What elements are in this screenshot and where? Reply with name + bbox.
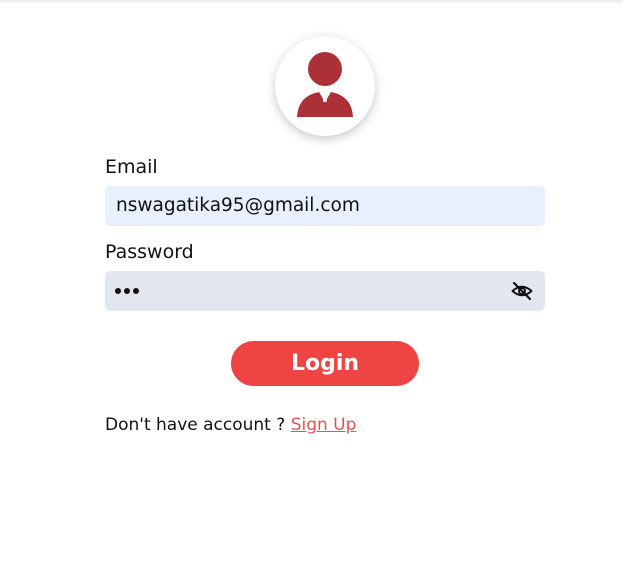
login-page: Email nswagatika95@gmail.com Password Lo… xyxy=(0,0,623,576)
signup-prompt: Don't have account ? Sign Up xyxy=(105,414,356,436)
eye-slash-icon[interactable] xyxy=(510,279,534,303)
signup-link[interactable]: Sign Up xyxy=(291,415,357,435)
avatar xyxy=(275,36,375,136)
email-value: nswagatika95@gmail.com xyxy=(116,195,360,216)
email-label: Email xyxy=(105,156,158,178)
password-mask xyxy=(115,284,139,298)
user-icon xyxy=(297,52,353,117)
top-divider xyxy=(0,0,623,4)
email-field[interactable]: nswagatika95@gmail.com xyxy=(105,186,545,226)
password-field[interactable] xyxy=(105,271,545,311)
password-dot xyxy=(124,288,130,294)
signup-prompt-text: Don't have account ? xyxy=(105,415,286,435)
password-label: Password xyxy=(105,241,194,263)
login-button[interactable]: Login xyxy=(231,341,419,386)
password-dot xyxy=(133,288,139,294)
password-dot xyxy=(115,288,121,294)
